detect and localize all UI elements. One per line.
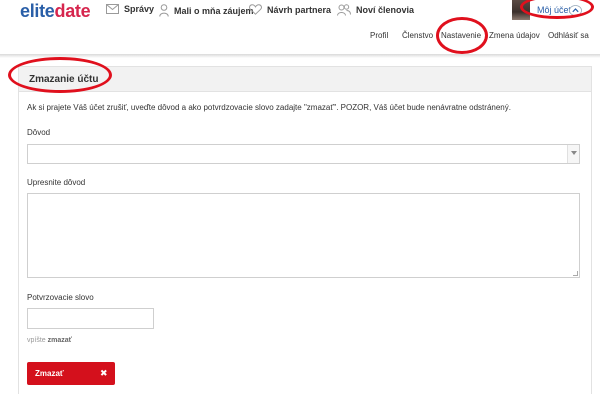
users-icon [337, 4, 351, 16]
nav-new-members[interactable]: Noví členovia [337, 4, 414, 16]
my-account-menu[interactable]: Môj účet [512, 0, 592, 20]
subnav-logout[interactable]: Odhlásiť sa [548, 31, 589, 40]
avatar[interactable] [512, 0, 530, 20]
page-title: Zmazanie účtu [29, 74, 99, 85]
envelope-icon [106, 4, 119, 14]
nav-partner-suggestion[interactable]: Návrh partnera [249, 4, 331, 15]
delete-account-button[interactable]: Zmazať ✖ [27, 362, 115, 385]
header-divider [0, 54, 600, 58]
chevron-down-icon[interactable] [567, 145, 579, 163]
hint-word: zmazať [47, 337, 73, 344]
intro-text: Ak si prajete Váš účet zrušiť, uveďte dô… [27, 103, 511, 112]
nav-interested[interactable]: Mali o mňa záujem [159, 4, 254, 17]
hint-prefix: vpíšte [27, 337, 46, 344]
reason-select[interactable] [27, 144, 580, 164]
reason-label: Dôvod [27, 128, 51, 137]
heart-icon [249, 4, 262, 15]
account-subnav: Profil Členstvo Nastavenie Zmena údajov … [0, 31, 600, 45]
my-account-label: Môj účet [537, 5, 572, 15]
resize-grip-icon[interactable] [573, 271, 578, 276]
panel-header: Zmazanie účtu [19, 67, 591, 92]
subnav-membership[interactable]: Členstvo [402, 31, 433, 40]
nav-messages[interactable]: Správy [106, 4, 154, 14]
delete-button-label: Zmazať [35, 369, 64, 378]
confirm-word-input[interactable] [27, 308, 154, 329]
top-navigation: elitedate Správy Mali o mňa záujem Návrh… [0, 0, 600, 22]
chevron-up-icon[interactable] [569, 5, 582, 16]
subnav-settings[interactable]: Nastavenie [441, 31, 481, 40]
details-label: Upresnite dôvod [27, 178, 86, 187]
logo[interactable]: elitedate [20, 1, 91, 22]
nav-partner-suggestion-label: Návrh partnera [267, 4, 332, 15]
subnav-profile[interactable]: Profil [370, 31, 388, 40]
confirm-word-label: Potvrzovacie slovo [27, 293, 94, 302]
confirm-hint: vpíšte zmazať [27, 337, 72, 344]
nav-messages-label: Správy [124, 4, 155, 14]
details-textarea[interactable] [27, 193, 580, 278]
nav-interested-label: Mali o mňa záujem [174, 5, 254, 16]
subnav-change-details[interactable]: Zmena údajov [489, 31, 540, 40]
person-icon [159, 4, 169, 17]
close-icon: ✖ [100, 368, 108, 378]
nav-new-members-label: Noví členovia [356, 5, 415, 15]
